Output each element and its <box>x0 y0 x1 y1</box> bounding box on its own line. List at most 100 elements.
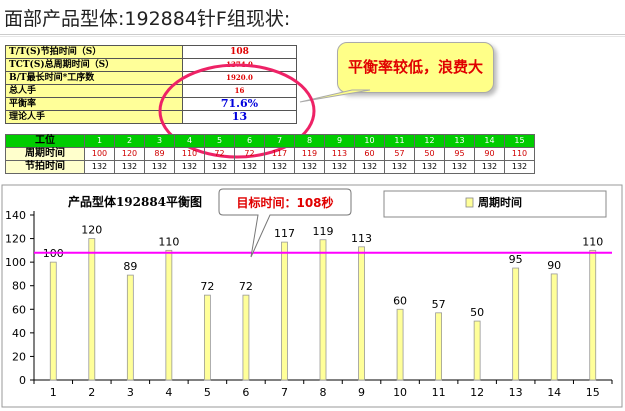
station-cell: 15 <box>504 134 535 148</box>
cycle-cell: 95 <box>444 147 475 161</box>
bar <box>49 261 57 381</box>
takt-row-label: 节拍时间 <box>5 160 85 174</box>
y-tick-label: 0 <box>19 374 26 387</box>
station-cell: 12 <box>414 134 445 148</box>
y-tick-label: 140 <box>5 209 26 222</box>
bar <box>242 294 250 381</box>
station-row: 工位 1 2 3 4 5 6 7 8 9 10 11 12 13 14 15 <box>5 134 535 148</box>
legend-label: 周期时间 <box>478 195 522 209</box>
y-tick-label: 100 <box>5 256 26 269</box>
y-tick-label: 80 <box>12 280 26 293</box>
takt-cell: 132 <box>234 160 265 174</box>
bar <box>126 274 134 381</box>
station-cell: 13 <box>444 134 475 148</box>
takt-cell: 132 <box>84 160 115 174</box>
bar <box>203 294 211 381</box>
x-tick-label: 14 <box>547 386 561 399</box>
station-cell: 9 <box>324 134 355 148</box>
cycle-cell: 72 <box>204 147 235 161</box>
bar-value-label: 57 <box>432 298 446 311</box>
bar-value-label: 120 <box>81 224 102 237</box>
y-tick-label: 120 <box>5 233 26 246</box>
station-cell: 7 <box>264 134 295 148</box>
bar <box>589 249 597 381</box>
bar <box>319 239 327 381</box>
bar <box>550 273 558 381</box>
bar <box>358 246 365 381</box>
takt-cell: 132 <box>504 160 535 174</box>
takt-cell: 132 <box>114 160 145 174</box>
x-tick-label: 10 <box>393 386 407 399</box>
bar-value-label: 119 <box>313 225 334 238</box>
cycle-row-label: 周期时间 <box>5 147 85 161</box>
bar-value-label: 72 <box>239 280 253 293</box>
y-tick-label: 60 <box>12 303 26 316</box>
bar <box>396 308 404 381</box>
cycle-cell: 100 <box>84 147 115 161</box>
bar <box>435 312 443 381</box>
cycle-cell: 117 <box>264 147 295 161</box>
cycle-cell: 72 <box>234 147 265 161</box>
bar-value-label: 110 <box>158 235 179 248</box>
bar <box>88 238 96 381</box>
bar <box>512 267 520 381</box>
takt-row: 节拍时间 132 132 132 132 132 132 132 132 132… <box>5 160 535 174</box>
x-tick-label: 13 <box>509 386 523 399</box>
x-tick-label: 3 <box>127 386 134 399</box>
takt-cell: 132 <box>294 160 325 174</box>
bar-value-label: 89 <box>123 260 137 273</box>
cycle-cell: 60 <box>354 147 385 161</box>
takt-cell: 132 <box>264 160 295 174</box>
station-cell: 2 <box>114 134 145 148</box>
cycle-cell: 110 <box>504 147 535 161</box>
takt-cell: 132 <box>174 160 205 174</box>
station-row-label: 工位 <box>5 134 85 148</box>
bar <box>165 249 173 381</box>
cycle-cell: 120 <box>114 147 145 161</box>
bar <box>281 241 288 381</box>
bar-value-label: 110 <box>582 235 603 248</box>
chart-title: 产品型体192884平衡图 <box>68 194 202 209</box>
x-tick-label: 1 <box>50 386 57 399</box>
cycle-row: 周期时间 100 120 89 110 72 72 117 119 113 60… <box>5 147 535 161</box>
station-cell: 1 <box>84 134 115 148</box>
bar-value-label: 95 <box>509 253 523 266</box>
cycle-cell: 110 <box>174 147 205 161</box>
x-tick-label: 12 <box>470 386 484 399</box>
bar-value-label: 117 <box>274 227 295 240</box>
cycle-cell: 50 <box>414 147 445 161</box>
bar <box>473 320 481 381</box>
balance-chart: 产品型体192884平衡图 周期时间0204060801001201401 2 3 4 5… <box>1 184 623 408</box>
legend-swatch <box>465 197 474 208</box>
target-callout-label: 目标时间：108秒 <box>236 195 333 210</box>
bar-value-label: 113 <box>351 232 372 245</box>
takt-cell: 132 <box>384 160 415 174</box>
bar-value-label: 90 <box>547 259 561 272</box>
takt-cell: 132 <box>444 160 475 174</box>
takt-cell: 132 <box>414 160 445 174</box>
cycle-cell: 57 <box>384 147 415 161</box>
station-cell: 3 <box>144 134 175 148</box>
x-tick-label: 5 <box>204 386 211 399</box>
station-table: 工位 1 2 3 4 5 6 7 8 9 10 11 12 13 14 15 周… <box>5 134 535 174</box>
y-tick-label: 40 <box>12 327 26 340</box>
bar-value-label: 60 <box>393 294 407 307</box>
station-cell: 10 <box>354 134 385 148</box>
cycle-cell: 119 <box>294 147 325 161</box>
station-cell: 11 <box>384 134 415 148</box>
x-tick-label: 11 <box>432 386 446 399</box>
takt-cell: 132 <box>354 160 385 174</box>
cycle-cell: 89 <box>144 147 175 161</box>
y-tick-label: 20 <box>12 350 26 363</box>
x-tick-label: 6 <box>242 386 249 399</box>
takt-cell: 132 <box>474 160 505 174</box>
x-tick-label: 2 <box>88 386 95 399</box>
station-cell: 4 <box>174 134 205 148</box>
x-tick-label: 8 <box>320 386 327 399</box>
x-tick-label: 9 <box>358 386 365 399</box>
x-tick-label: 7 <box>281 386 288 399</box>
takt-cell: 132 <box>204 160 235 174</box>
bar-value-label: 72 <box>200 280 214 293</box>
x-tick-label: 4 <box>165 386 172 399</box>
takt-cell: 132 <box>144 160 175 174</box>
